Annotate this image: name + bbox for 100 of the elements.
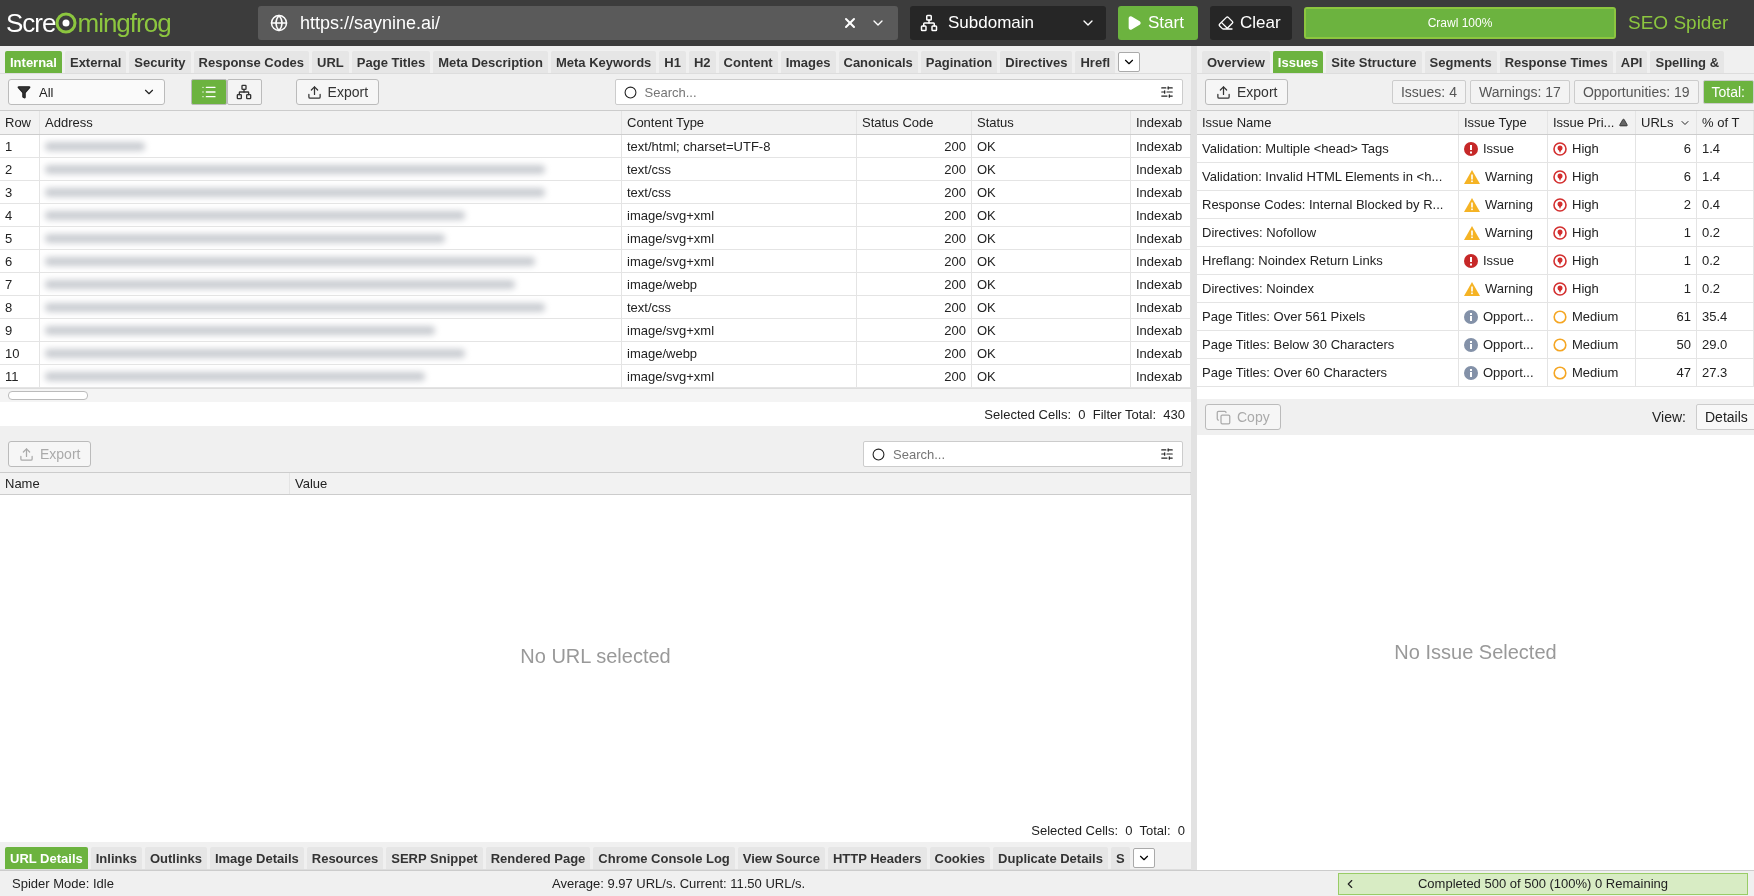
issue-type: Issue — [1483, 141, 1515, 156]
tab[interactable]: Hrefl — [1075, 51, 1116, 73]
clear-button[interactable]: Clear — [1210, 6, 1292, 40]
search-input[interactable]: Search... — [642, 83, 1154, 101]
tab[interactable]: HTTP Headers — [827, 847, 927, 869]
info-icon — [1464, 365, 1478, 380]
tab[interactable]: S — [1110, 847, 1130, 869]
table-cell: 0.4 — [1697, 191, 1754, 218]
tab[interactable]: Canonicals — [838, 51, 918, 73]
tab[interactable]: Image Details — [209, 847, 304, 869]
table-cell: Indexab — [1131, 135, 1191, 157]
priority-high-icon — [1553, 141, 1567, 156]
column-header[interactable]: % of T — [1697, 111, 1754, 134]
column-header[interactable]: Value — [290, 473, 1191, 494]
sort-icon — [1619, 118, 1629, 127]
priority: Medium — [1572, 309, 1619, 324]
more-tabs-button[interactable] — [1132, 848, 1155, 868]
clear-icon[interactable] — [842, 15, 858, 31]
tab[interactable]: Site Structure — [1326, 51, 1422, 73]
priority-high-icon — [1553, 281, 1567, 296]
table-cell: 8 — [0, 296, 40, 318]
logo: Scre mingfrog — [6, 7, 172, 39]
table-cell: 200 — [857, 135, 972, 157]
table-cell: Response Codes: Internal Blocked by R... — [1197, 191, 1459, 218]
tab[interactable]: API — [1615, 51, 1648, 73]
tab[interactable]: Meta Keywords — [550, 51, 657, 73]
tab[interactable]: H1 — [659, 51, 686, 73]
priority: High — [1572, 169, 1599, 184]
selection-summary: Selected Cells: 0 Total: 0 — [0, 818, 1191, 842]
view-dropdown[interactable]: Details — [1696, 404, 1754, 430]
table-cell: Directives: Noindex — [1197, 275, 1459, 302]
filter-chip[interactable]: Opportunities: 19 — [1573, 80, 1699, 104]
tab[interactable]: Response Codes — [193, 51, 310, 73]
mode-dropdown[interactable]: Subdomain — [910, 6, 1106, 40]
search-field[interactable]: Search... — [863, 441, 1183, 467]
table-cell: OK — [972, 204, 1131, 226]
table-cell: text/html; charset=UTF-8 — [622, 135, 857, 157]
column-header[interactable]: URLs — [1636, 111, 1697, 134]
empty-message: No Issue Selected — [1394, 641, 1557, 664]
column-header[interactable]: Row — [0, 111, 40, 134]
tab[interactable]: Overview — [1202, 51, 1270, 73]
table-cell: 1 — [0, 135, 40, 157]
tab[interactable]: Rendered Page — [485, 847, 591, 869]
horizontal-scrollbar[interactable] — [0, 388, 1191, 402]
tree-view-button[interactable] — [226, 79, 263, 105]
selection-summary: Selected Cells: 0 Filter Total: 430 — [0, 402, 1191, 426]
sliders-icon[interactable] — [1160, 447, 1174, 461]
column-header[interactable]: Issue Pri... — [1548, 111, 1636, 134]
url-field[interactable]: https://saynine.ai/ — [258, 6, 898, 40]
tab[interactable]: Inlinks — [90, 847, 142, 869]
search-field[interactable]: Search... — [614, 79, 1183, 105]
column-header[interactable]: Address — [40, 111, 622, 134]
tab[interactable]: Page Titles — [351, 51, 431, 73]
tab[interactable]: View Source — [737, 847, 825, 869]
tab[interactable]: Directives — [1000, 51, 1073, 73]
tab[interactable]: Pagination — [920, 51, 998, 73]
crawl-progress-bar: Crawl 100% — [1304, 7, 1616, 39]
tab[interactable]: Response Times — [1499, 51, 1613, 73]
column-header[interactable]: Status Code — [857, 111, 972, 134]
column-header[interactable]: Issue Type — [1459, 111, 1548, 134]
tab[interactable]: Spelling & — [1650, 51, 1725, 73]
table-cell: 47 — [1636, 359, 1697, 386]
sliders-icon[interactable] — [1160, 85, 1174, 99]
tab[interactable]: Content — [718, 51, 778, 73]
filter-chip[interactable]: Issues: 4 — [1391, 80, 1466, 104]
column-header[interactable]: Status — [972, 111, 1131, 134]
table-cell: Hreflang: Noindex Return Links — [1197, 247, 1459, 274]
tab[interactable]: Duplicate Details — [993, 847, 1108, 869]
tab[interactable]: Chrome Console Log — [593, 847, 735, 869]
filter-chip[interactable]: Warnings: 17 — [1469, 80, 1570, 104]
tab[interactable]: Meta Description — [433, 51, 548, 73]
product-name: SEO Spider — [1628, 12, 1729, 34]
table-cell: text/css — [622, 181, 857, 203]
tab[interactable]: External — [64, 51, 127, 73]
table-cell: image/svg+xml — [622, 250, 857, 272]
table-cell: Indexab — [1131, 227, 1191, 249]
tab[interactable]: Images — [780, 51, 836, 73]
warning-icon — [1464, 281, 1480, 296]
tab[interactable]: SERP Snippet — [386, 847, 483, 869]
column-header[interactable]: Indexab — [1131, 111, 1191, 134]
column-header[interactable]: Name — [0, 473, 290, 494]
column-header[interactable]: Content Type — [622, 111, 857, 134]
export-button[interactable]: Export — [295, 79, 380, 105]
priority: High — [1572, 281, 1599, 296]
more-tabs-button[interactable] — [1118, 52, 1141, 72]
tab[interactable]: Segments — [1424, 51, 1497, 73]
tab[interactable]: Outlinks — [144, 847, 207, 869]
tab[interactable]: URL — [312, 51, 349, 73]
tab[interactable]: Resources — [306, 847, 384, 869]
search-input[interactable]: Search... — [891, 445, 1154, 463]
export-button[interactable]: Export — [1205, 79, 1289, 105]
table-cell: 29.0 — [1697, 331, 1754, 358]
filter-dropdown[interactable]: All — [8, 79, 166, 105]
ring-icon — [1553, 365, 1567, 380]
tab[interactable]: Cookies — [929, 847, 991, 869]
tab[interactable]: H2 — [688, 51, 716, 73]
column-header[interactable]: Issue Name — [1197, 111, 1459, 134]
tab[interactable]: Security — [129, 51, 191, 73]
table-cell: Indexab — [1131, 342, 1191, 364]
issue-type: Warning — [1485, 225, 1533, 240]
